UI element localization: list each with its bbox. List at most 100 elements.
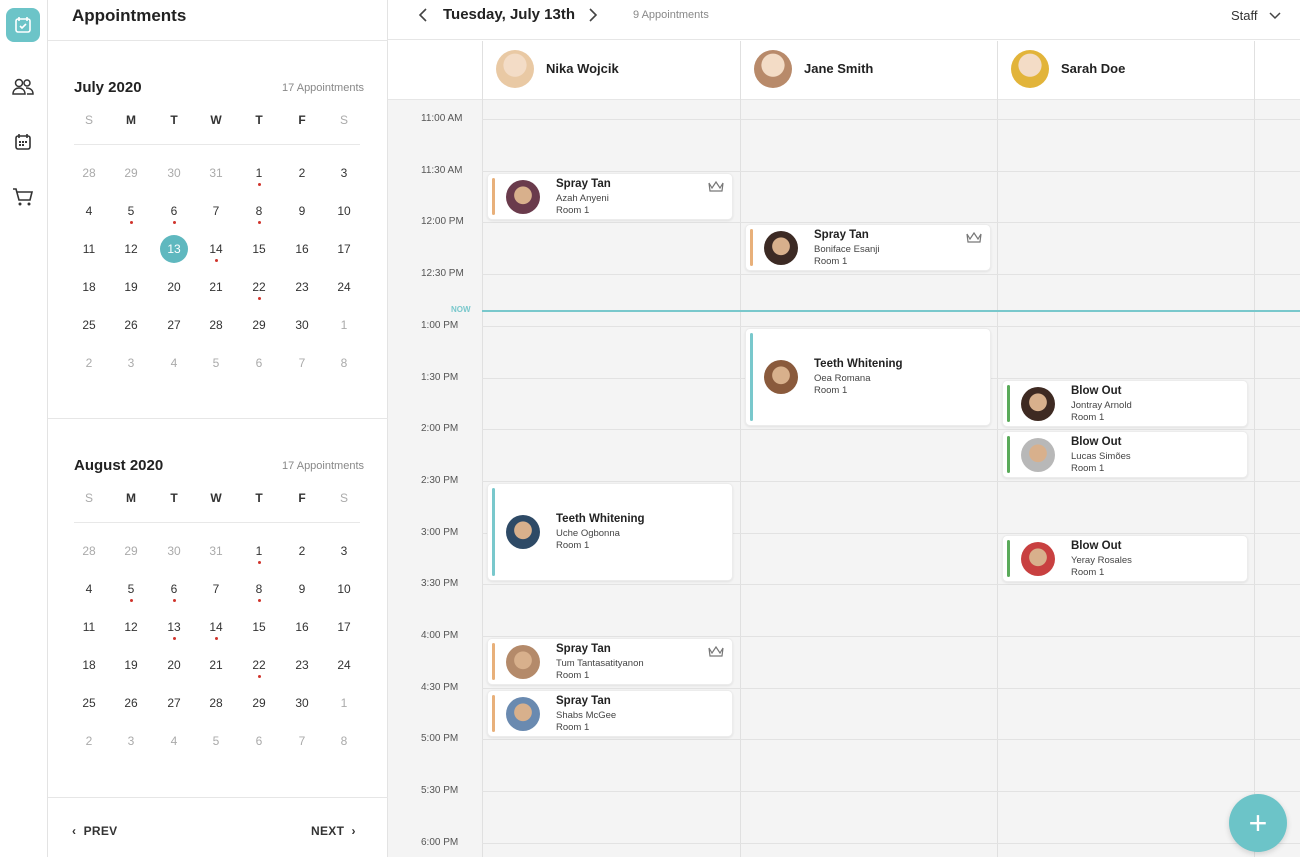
- calendar-day[interactable]: 19: [115, 652, 147, 678]
- prev-button[interactable]: ‹ PREV: [72, 824, 117, 838]
- calendar-day[interactable]: 28: [73, 538, 105, 564]
- calendar-day[interactable]: 28: [200, 690, 232, 716]
- calendar-day[interactable]: 12: [115, 614, 147, 640]
- appointment-card[interactable]: Spray Tan Boniface Esanji Room 1: [745, 224, 991, 272]
- calendar-day[interactable]: 28: [73, 160, 105, 186]
- calendar-day[interactable]: 9: [286, 576, 318, 602]
- appointment-card[interactable]: Blow Out Lucas Simões Room 1: [1002, 431, 1248, 479]
- appointment-card[interactable]: Teeth Whitening Uche Ogbonna Room 1: [487, 482, 733, 581]
- calendar-day[interactable]: 27: [158, 312, 190, 338]
- calendar-day[interactable]: 3: [115, 728, 147, 754]
- calendar-day[interactable]: 13: [158, 614, 190, 640]
- calendar-day[interactable]: 20: [158, 274, 190, 300]
- appointment-card[interactable]: Teeth Whitening Oea Romana Room 1: [745, 327, 991, 426]
- calendar-day[interactable]: 17: [328, 614, 360, 640]
- calendar-day[interactable]: 2: [286, 160, 318, 186]
- calendar-day[interactable]: 22: [243, 652, 275, 678]
- calendar-day[interactable]: 8: [243, 198, 275, 224]
- calendar-day[interactable]: 7: [286, 728, 318, 754]
- calendar-day[interactable]: 29: [243, 312, 275, 338]
- calendar-day[interactable]: 11: [73, 614, 105, 640]
- calendar-day[interactable]: 29: [115, 538, 147, 564]
- calendar-day[interactable]: 8: [328, 728, 360, 754]
- appointment-card[interactable]: Spray Tan Tum Tantasatityanon Room 1: [487, 638, 733, 685]
- calendar-day[interactable]: 24: [328, 652, 360, 678]
- calendar-day[interactable]: 3: [328, 160, 360, 186]
- calendar-day[interactable]: 26: [115, 312, 147, 338]
- calendar-day[interactable]: 4: [73, 198, 105, 224]
- calendar-day[interactable]: 2: [286, 538, 318, 564]
- calendar-day-selected[interactable]: 13: [160, 235, 188, 263]
- chevron-right-icon[interactable]: [588, 8, 598, 25]
- calendar-day[interactable]: 15: [243, 614, 275, 640]
- appointment-card[interactable]: Blow Out Jontray Arnold Room 1: [1002, 379, 1248, 427]
- calendar-day[interactable]: 1: [328, 690, 360, 716]
- calendar-day[interactable]: 4: [73, 576, 105, 602]
- calendar-day[interactable]: 5: [200, 728, 232, 754]
- calendar-day[interactable]: 30: [286, 312, 318, 338]
- calendar-day[interactable]: 22: [243, 274, 275, 300]
- calendar-day[interactable]: 5: [115, 198, 147, 224]
- appointment-card[interactable]: Blow Out Yeray Rosales Room 1: [1002, 534, 1248, 582]
- calendar-day[interactable]: 10: [328, 198, 360, 224]
- calendar-day[interactable]: 10: [328, 576, 360, 602]
- calendar-day[interactable]: 12: [115, 236, 147, 262]
- calendar-day[interactable]: 16: [286, 236, 318, 262]
- calendar-day[interactable]: 30: [286, 690, 318, 716]
- calendar-day[interactable]: 6: [243, 728, 275, 754]
- calendar-day[interactable]: 5: [200, 350, 232, 376]
- calendar-day[interactable]: 30: [158, 160, 190, 186]
- calendar-day[interactable]: 8: [328, 350, 360, 376]
- calendar-day[interactable]: 27: [158, 690, 190, 716]
- calendar-day[interactable]: 7: [286, 350, 318, 376]
- calendar-day[interactable]: 7: [200, 576, 232, 602]
- calendar-day[interactable]: 1: [243, 538, 275, 564]
- calendar-day[interactable]: 17: [328, 236, 360, 262]
- calendar-day[interactable]: 4: [158, 350, 190, 376]
- calendar-grid-icon[interactable]: [6, 125, 40, 159]
- calendar-day[interactable]: 7: [200, 198, 232, 224]
- staff-column-header[interactable]: Jane Smith: [740, 41, 997, 100]
- calendar-day[interactable]: 14: [200, 236, 232, 262]
- calendar-day[interactable]: 25: [73, 312, 105, 338]
- calendar-day[interactable]: 16: [286, 614, 318, 640]
- calendar-day[interactable]: 1: [328, 312, 360, 338]
- calendar-day[interactable]: 31: [200, 160, 232, 186]
- calendar-day[interactable]: 2: [73, 728, 105, 754]
- calendar-day[interactable]: 28: [200, 312, 232, 338]
- calendar-day[interactable]: 23: [286, 274, 318, 300]
- users-icon[interactable]: [6, 70, 40, 104]
- calendar-day[interactable]: 5: [115, 576, 147, 602]
- staff-column-header[interactable]: Nika Wojcik: [482, 41, 739, 100]
- calendar-day[interactable]: 2: [73, 350, 105, 376]
- calendar-day[interactable]: 14: [200, 614, 232, 640]
- calendar-day[interactable]: 1: [243, 160, 275, 186]
- chevron-left-icon[interactable]: [418, 8, 428, 25]
- calendar-day[interactable]: 29: [115, 160, 147, 186]
- calendar-day[interactable]: 29: [243, 690, 275, 716]
- staff-column-header[interactable]: Sarah Doe: [997, 41, 1254, 100]
- calendar-day[interactable]: 11: [73, 236, 105, 262]
- calendar-day[interactable]: 19: [115, 274, 147, 300]
- calendar-day[interactable]: 20: [158, 652, 190, 678]
- staff-select[interactable]: Staff: [1231, 8, 1281, 23]
- calendar-day[interactable]: 21: [200, 652, 232, 678]
- calendar-day[interactable]: 23: [286, 652, 318, 678]
- appointment-card[interactable]: Spray Tan Azah Anyeni Room 1: [487, 172, 733, 220]
- calendar-day[interactable]: 4: [158, 728, 190, 754]
- calendar-day[interactable]: 15: [243, 236, 275, 262]
- calendar-day[interactable]: 21: [200, 274, 232, 300]
- calendar-check-icon[interactable]: [6, 8, 40, 42]
- calendar-day[interactable]: 6: [243, 350, 275, 376]
- calendar-day[interactable]: 6: [158, 576, 190, 602]
- cart-icon[interactable]: [6, 180, 40, 214]
- calendar-day[interactable]: 30: [158, 538, 190, 564]
- calendar-day[interactable]: 18: [73, 652, 105, 678]
- calendar-day[interactable]: 9: [286, 198, 318, 224]
- calendar-day[interactable]: 6: [158, 198, 190, 224]
- calendar-day[interactable]: 3: [115, 350, 147, 376]
- calendar-day[interactable]: 25: [73, 690, 105, 716]
- calendar-day[interactable]: 3: [328, 538, 360, 564]
- calendar-day[interactable]: 26: [115, 690, 147, 716]
- next-button[interactable]: NEXT ›: [311, 824, 356, 838]
